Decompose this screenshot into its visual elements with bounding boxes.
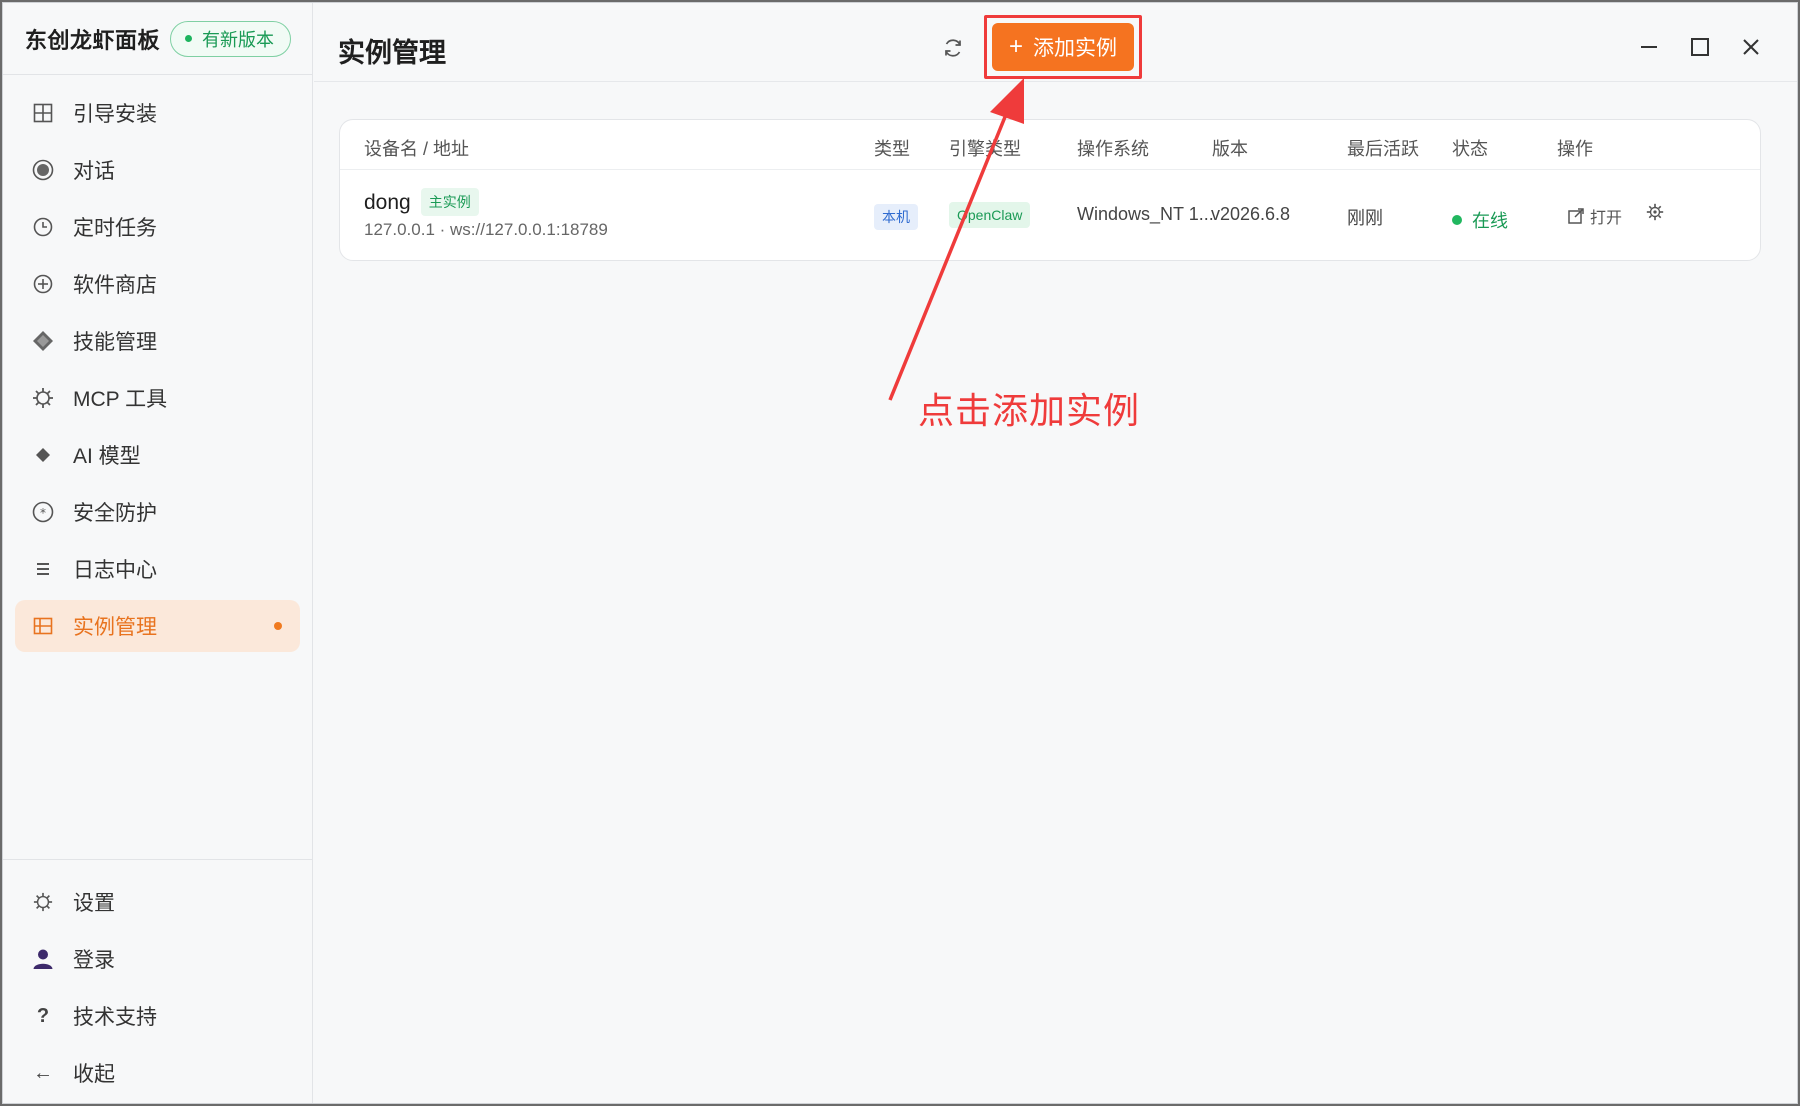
- open-label: 打开: [1590, 210, 1623, 227]
- status-label: 在线: [1472, 211, 1508, 231]
- sidebar-item-label: 技术支持: [73, 1006, 157, 1029]
- sparkle-icon: [31, 443, 55, 467]
- sidebar-item-log-center[interactable]: 日志中心: [15, 543, 300, 595]
- main-content: 实例管理 + 添加实例 设备名 / 地址 类型 引擎类型 操作系统 版本 最后活…: [314, 3, 1797, 1103]
- sidebar-item-label: 收起: [73, 1063, 115, 1086]
- column-header-type: 类型: [874, 139, 910, 159]
- shield-icon: *: [31, 500, 55, 524]
- brand-header: 东创龙虾面板 有新版本: [3, 3, 312, 75]
- sidebar-item-label: 设置: [73, 892, 115, 915]
- version-cell: v2026.6.8: [1211, 204, 1291, 224]
- sidebar-item-chat[interactable]: 对话: [15, 144, 300, 196]
- device-name-cell: dong 主实例: [364, 188, 479, 216]
- column-header-last-active: 最后活跃: [1347, 139, 1419, 159]
- sidebar-bottom: 设置 登录 ? 技术支持 ← 收起: [3, 859, 313, 1103]
- sidebar-item-ai-models[interactable]: AI 模型: [15, 429, 300, 481]
- sidebar-item-label: 日志中心: [73, 559, 157, 582]
- update-badge-label: 有新版本: [202, 29, 275, 50]
- settings-icon: [31, 890, 55, 914]
- column-header-engine: 引擎类型: [949, 139, 1021, 159]
- sidebar-nav: 引导安装 对话 定时任务 软件商店 技能管理 MCP 工具 AI 模型 * 安全…: [3, 75, 312, 652]
- sidebar-item-login[interactable]: 登录: [15, 933, 301, 985]
- update-badge[interactable]: 有新版本: [170, 20, 292, 57]
- table-header: 设备名 / 地址 类型 引擎类型 操作系统 版本 最后活跃 状态 操作: [340, 120, 1760, 170]
- sidebar-item-scheduled-tasks[interactable]: 定时任务: [15, 201, 300, 253]
- sidebar-item-security[interactable]: * 安全防护: [15, 486, 300, 538]
- sidebar-item-label: 软件商店: [73, 274, 157, 297]
- sidebar-item-skill-management[interactable]: 技能管理: [15, 315, 300, 367]
- sidebar-item-label: MCP 工具: [73, 388, 168, 411]
- sidebar-item-collapse[interactable]: ← 收起: [15, 1047, 301, 1099]
- sidebar-item-label: 引导安装: [73, 103, 157, 126]
- grid-icon: [31, 101, 55, 125]
- sidebar-item-label: 对话: [73, 160, 115, 183]
- app-window: 东创龙虾面板 有新版本 引导安装 对话 定时任务 软件商店 技能管理 MCP 工…: [2, 2, 1798, 1104]
- column-header-status: 状态: [1452, 139, 1488, 159]
- gear-tool-icon: [31, 386, 55, 410]
- page-title: 实例管理: [338, 38, 446, 68]
- type-cell: 本机: [874, 204, 918, 230]
- gear-icon: [1646, 203, 1664, 221]
- plus-icon: +: [1008, 33, 1023, 60]
- maximize-button[interactable]: [1682, 29, 1718, 65]
- column-header-os: 操作系统: [1077, 139, 1149, 159]
- status-badge: 在线: [1452, 207, 1508, 233]
- sidebar-item-mcp-tools[interactable]: MCP 工具: [15, 372, 300, 424]
- instance-table: 设备名 / 地址 类型 引擎类型 操作系统 版本 最后活跃 状态 操作 dong…: [339, 119, 1761, 261]
- add-instance-label: 添加实例: [1033, 37, 1117, 60]
- sidebar-item-label: 定时任务: [73, 217, 157, 240]
- sidebar-item-tech-support[interactable]: ? 技术支持: [15, 990, 301, 1042]
- arrow-left-icon: ←: [33, 1061, 53, 1084]
- minimize-icon: [1641, 46, 1657, 48]
- engine-cell: OpenClaw: [949, 202, 1031, 228]
- close-icon: [1743, 39, 1759, 55]
- sidebar: 东创龙虾面板 有新版本 引导安装 对话 定时任务 软件商店 技能管理 MCP 工…: [3, 3, 313, 1103]
- os-cell: Windows_NT 1...: [1077, 204, 1214, 224]
- help-icon: ?: [36, 1004, 50, 1027]
- online-dot-icon: [1452, 215, 1462, 225]
- add-instance-highlight: + 添加实例: [984, 15, 1142, 79]
- table-row[interactable]: dong 主实例 127.0.0.1 · ws://127.0.0.1:18789…: [340, 170, 1760, 260]
- column-header-actions: 操作: [1557, 139, 1593, 159]
- sidebar-item-label: AI 模型: [73, 445, 141, 468]
- close-button[interactable]: [1733, 29, 1769, 65]
- brand-title: 东创龙虾面板: [25, 27, 161, 53]
- active-indicator-dot: [274, 622, 282, 630]
- instance-icon: [31, 614, 55, 638]
- annotation-label: 点击添加实例: [918, 390, 1141, 431]
- column-header-version: 版本: [1212, 139, 1248, 159]
- diamond-icon: [31, 329, 55, 353]
- top-bar: 实例管理 + 添加实例: [314, 3, 1797, 82]
- list-icon: [31, 557, 55, 581]
- open-button[interactable]: 打开: [1567, 204, 1622, 228]
- main-instance-tag: 主实例: [420, 188, 479, 216]
- instance-settings-button[interactable]: [1646, 203, 1664, 226]
- maximize-icon: [1691, 38, 1709, 56]
- sidebar-item-guide-install[interactable]: 引导安装: [15, 87, 300, 139]
- minimize-button[interactable]: [1631, 29, 1667, 65]
- store-icon: [31, 272, 55, 296]
- user-icon: [31, 947, 55, 971]
- sidebar-item-software-store[interactable]: 软件商店: [15, 258, 300, 310]
- type-tag: 本机: [874, 204, 918, 230]
- device-name: dong: [364, 191, 411, 214]
- external-link-icon: [1568, 208, 1584, 224]
- column-header-device: 设备名 / 地址: [364, 139, 470, 159]
- engine-tag: OpenClaw: [949, 202, 1031, 228]
- refresh-button[interactable]: [938, 33, 968, 63]
- last-active-cell: 刚刚: [1347, 208, 1383, 228]
- refresh-icon: [945, 39, 961, 57]
- svg-text:*: *: [40, 506, 46, 520]
- device-address: 127.0.0.1 · ws://127.0.0.1:18789: [364, 220, 608, 239]
- update-dot-icon: [185, 35, 193, 42]
- sidebar-item-label: 登录: [73, 949, 115, 972]
- chat-bubble-icon: [31, 158, 55, 182]
- sidebar-item-label: 安全防护: [73, 502, 157, 525]
- sidebar-item-label: 实例管理: [73, 616, 157, 639]
- sidebar-item-settings[interactable]: 设置: [15, 876, 301, 928]
- add-instance-button[interactable]: + 添加实例: [992, 23, 1134, 71]
- clock-icon: [31, 215, 55, 239]
- sidebar-item-label: 技能管理: [73, 331, 157, 354]
- sidebar-item-instance-management[interactable]: 实例管理: [15, 600, 300, 652]
